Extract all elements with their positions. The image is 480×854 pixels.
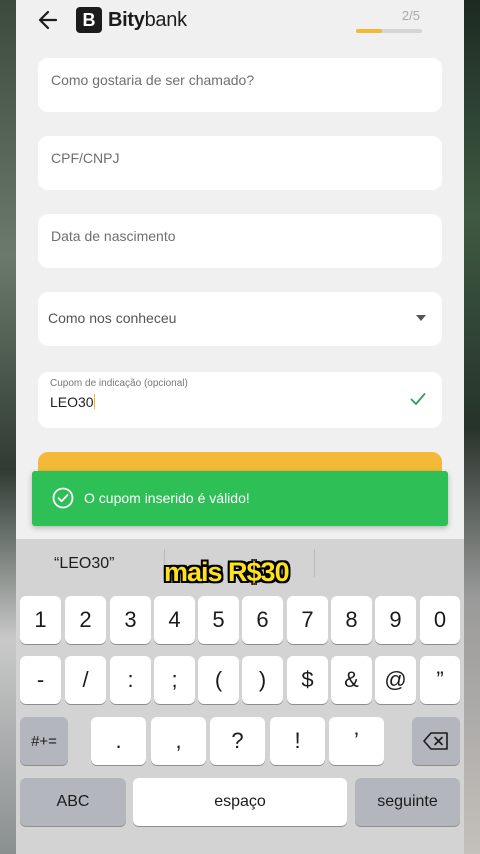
bitybank-logo: B Bitybank [76,6,187,34]
key-close-paren[interactable]: ) [242,656,283,704]
key-question[interactable]: ? [210,717,265,765]
cpf-field[interactable]: CPF/CNPJ [38,136,442,190]
arrow-left-icon[interactable] [34,6,62,34]
step-indicator: 2/5 [401,8,420,23]
success-toast: O cupom inserido é válido! [32,471,448,526]
video-caption-overlay: mais R$30 [164,557,290,587]
key-hyphen[interactable]: - [20,656,61,704]
coupon-label: Cupom de indicação (opcional) [50,378,188,389]
suggestion-divider [314,549,315,577]
key-8[interactable]: 8 [331,596,372,644]
app-screen: B Bitybank 2/5 Como gostaria de ser cham… [16,0,464,854]
name-placeholder: Como gostaria de ser chamado? [51,72,255,88]
key-4[interactable]: 4 [154,596,195,644]
next-key[interactable]: seguinte [355,778,460,826]
coupon-field[interactable]: Cupom de indicação (opcional) LEO30 [38,372,442,428]
key-abc[interactable]: ABC [20,778,126,826]
key-dollar[interactable]: $ [287,656,328,704]
key-5[interactable]: 5 [198,596,239,644]
key-semicolon[interactable]: ; [154,656,195,704]
source-select-label: Como nos conheceu [48,310,177,326]
check-circle-icon [52,487,74,509]
background-right [464,0,480,854]
delete-key[interactable] [412,717,460,765]
logo-text: Bitybank [108,9,187,32]
key-6[interactable]: 6 [242,596,283,644]
key-slash[interactable]: / [65,656,106,704]
birth-date-placeholder: Data de nascimento [51,228,176,244]
background-left [0,0,16,854]
source-select[interactable]: Como nos conheceu [38,292,442,346]
key-period[interactable]: . [91,717,146,765]
logo-text-light: bank [144,8,187,31]
key-ampersand[interactable]: & [331,656,372,704]
key-exclamation[interactable]: ! [270,717,325,765]
progress-bar [356,29,422,33]
logo-mark: B [76,7,102,33]
text-cursor [93,394,95,409]
backspace-icon [423,732,448,750]
key-quote[interactable]: ” [420,656,460,704]
toast-message: O cupom inserido é válido! [84,490,250,506]
key-colon[interactable]: : [110,656,151,704]
suggestion-item[interactable]: “LEO30” [54,555,114,573]
chevron-down-icon [416,315,426,321]
key-comma[interactable]: , [151,717,206,765]
key-1[interactable]: 1 [20,596,61,644]
key-symbols[interactable]: #+= [20,717,68,765]
key-7[interactable]: 7 [287,596,328,644]
header: B Bitybank 2/5 [16,0,464,50]
logo-text-bold: Bity [108,8,145,31]
space-key[interactable]: espaço [133,778,347,826]
cpf-placeholder: CPF/CNPJ [51,150,120,166]
key-at[interactable]: @ [375,656,416,704]
key-0[interactable]: 0 [420,596,460,644]
birth-date-field[interactable]: Data de nascimento [38,214,442,268]
key-apostrophe[interactable]: ’ [329,717,384,765]
name-field[interactable]: Como gostaria de ser chamado? [38,58,442,112]
key-2[interactable]: 2 [65,596,106,644]
progress-fill [356,29,383,33]
checkmark-icon [410,393,426,405]
key-open-paren[interactable]: ( [198,656,239,704]
coupon-value-wrap: LEO30 [50,394,95,410]
key-3[interactable]: 3 [110,596,151,644]
key-9[interactable]: 9 [375,596,416,644]
coupon-value: LEO30 [50,394,94,410]
